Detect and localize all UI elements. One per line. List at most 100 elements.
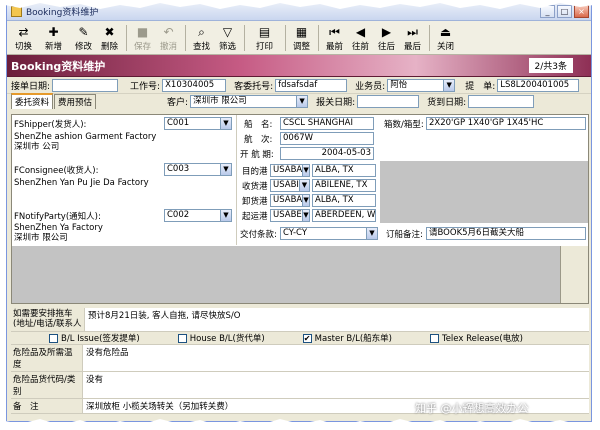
bl-option-label: Master B/L(船东单) (314, 334, 392, 344)
chevron-down-icon[interactable]: ▼ (301, 210, 309, 221)
toolbar-label: 新增 (44, 42, 62, 52)
torn-edge-bottom (0, 419, 600, 430)
port-code-select[interactable]: USABA ▼ (270, 194, 310, 207)
toolbar-separator (318, 25, 319, 51)
port-code-select[interactable]: USABI ▼ (270, 179, 310, 192)
chevron-down-icon[interactable]: ▼ (443, 79, 455, 91)
booking-date-input[interactable] (52, 78, 119, 92)
ship-input[interactable]: CSCL SHANGHAI (280, 117, 374, 130)
sail-date-label: 开 航 期: (240, 150, 274, 160)
toolbar-button-print[interactable]: ▤ 打印 (248, 24, 281, 53)
danger-input[interactable]: 没有危险品 (83, 345, 589, 371)
trailer-label: 如需要安排拖车(地址/电话/联系人 (11, 308, 85, 331)
toolbar-button-new[interactable]: ✚ 新增 (37, 24, 70, 53)
shipper-label: FShipper(发货人): (14, 120, 87, 130)
shipper-text[interactable]: ShenZhe ashion Garment Factory 深圳市 公司 (14, 132, 232, 154)
toolbar-button-save[interactable]: ■ 保存 (130, 24, 155, 53)
tab-fee-estimate[interactable]: 费用预估 (54, 94, 97, 109)
bl-option-checkbox[interactable]: ✔ Master B/L(船东单) (302, 332, 392, 344)
bl-option-label: Telex Release(电放) (441, 334, 523, 344)
toolbar-label: 删除 (100, 42, 118, 52)
danger-class-input[interactable]: 没有 (83, 372, 589, 398)
unchecked-icon[interactable] (429, 333, 439, 343)
scrollbar[interactable] (560, 246, 588, 303)
chevron-down-icon[interactable]: ▼ (366, 228, 377, 239)
customs-date-input[interactable] (357, 95, 420, 108)
column-divider (236, 115, 237, 245)
bl-option-label: House B/L(货代单) (189, 334, 265, 344)
toolbar-button-undo[interactable]: ↶ 撤消 (156, 24, 181, 53)
order-note-input[interactable]: 请BOOK5月6日截关大船 (426, 227, 586, 240)
sales-select[interactable]: 阿怡 ▼ (387, 78, 456, 92)
port-label: 目的港 (242, 167, 268, 177)
chevron-down-icon[interactable]: ▼ (298, 180, 309, 191)
toolbar-button-delete[interactable]: ✖ 删除 (97, 24, 122, 53)
bl-option-checkbox[interactable]: B/L Issue(签发提单) (49, 332, 140, 344)
toolbar-button-last[interactable]: ⏭ 最后 (400, 24, 425, 53)
chevron-down-icon[interactable]: ▼ (296, 96, 308, 107)
port-name-input[interactable]: ALBA, TX (312, 194, 376, 207)
toolbar-button-find[interactable]: ⌕ 查找 (189, 24, 214, 53)
port-code-select[interactable]: USABA ▼ (270, 164, 310, 177)
toolbar-separator (126, 25, 127, 51)
checked-icon[interactable]: ✔ (302, 333, 312, 343)
danger-class-row: 危险品货代码/类别 没有 (11, 372, 589, 399)
chevron-down-icon[interactable]: ▼ (220, 164, 231, 175)
arrive-date-input[interactable] (468, 95, 535, 108)
bl-no-input[interactable]: LS8L200401005 (497, 78, 580, 92)
notify-text[interactable]: ShenZhen Ya Factory 深圳市 限公司 (14, 223, 232, 245)
print-icon: ▤ (258, 24, 271, 39)
toolbar-button-switch[interactable]: ⇄ 切换 (11, 24, 36, 53)
chevron-down-icon[interactable]: ▼ (220, 118, 231, 129)
consignee-select[interactable]: C003 ▼ (164, 163, 232, 176)
shipper-select[interactable]: C001 ▼ (164, 117, 232, 130)
notify-select[interactable]: C002 ▼ (164, 209, 232, 222)
detail-grey-panel (12, 246, 588, 303)
voyage-input[interactable]: 0067W (280, 132, 374, 145)
trailer-input[interactable]: 预计8月21日装, 客人自拖, 请尽快放S/O (85, 308, 589, 331)
sail-date-input[interactable]: 2004-05-03 (280, 147, 374, 160)
port-name-input[interactable]: ABILENE, TX (312, 179, 376, 192)
tab-consign-info[interactable]: 委托资料 (11, 93, 54, 109)
form-title: Booking资料维护 (11, 59, 106, 73)
consignee-label: FConsignee(收货人): (14, 166, 99, 176)
consign-no-input[interactable]: fdsafsdaf (275, 78, 348, 92)
bl-options: B/L Issue(签发提单) House B/L(货代单) ✔ Master B/L… (11, 332, 589, 345)
app-window: Booking资料维护 _ □ × ⇄ 切换 ✚ 新增 ✎ 修改 ✖ 删除 ■ 保存 ↶ 撤消 ⌕ 查找 ▽… (6, 2, 592, 422)
consignee-text[interactable]: ShenZhen Yan Pu Jie Da Factory (14, 178, 149, 188)
danger-row: 危险品及所需温度 没有危险品 (11, 345, 589, 372)
terms-select[interactable]: CY-CY ▼ (280, 227, 378, 240)
bl-option-checkbox[interactable]: Telex Release(电放) (429, 332, 523, 344)
terms-label: 交付条款: (240, 230, 277, 240)
customer-select[interactable]: 深圳市 限公司 ▼ (190, 95, 309, 108)
port-code-select[interactable]: USABE ▼ (270, 209, 310, 222)
box-label: 箱数/箱型: (384, 120, 424, 130)
bl-option-checkbox[interactable]: House B/L(货代单) (177, 332, 265, 344)
toolbar-button-first[interactable]: ⏮ 最前 (322, 24, 347, 53)
toolbar-button-close[interactable]: ⏏ 关闭 (433, 24, 458, 53)
toolbar-button-edit[interactable]: ✎ 修改 (71, 24, 96, 53)
first-icon: ⏮ (329, 24, 340, 39)
notify-label: FNotifyParty(通知人): (14, 212, 101, 222)
port-name-input[interactable]: ALBA, TX (312, 164, 376, 177)
arrive-date-label: 货到日期: (427, 98, 467, 108)
toolbar-label: 往前 (351, 42, 369, 52)
port-label: 卸货港 (242, 197, 268, 207)
toolbar-label: 撤消 (159, 42, 177, 52)
toolbar-button-prev[interactable]: ◀ 往前 (348, 24, 373, 53)
order-note-label: 订船备注: (386, 230, 423, 240)
toolbar-button-adjust[interactable]: ▦ 调整 (289, 24, 314, 53)
chevron-down-icon[interactable]: ▼ (220, 210, 231, 221)
unchecked-icon[interactable] (49, 333, 58, 343)
box-input[interactable]: 2X20'GP 1X40'GP 1X45'HC (426, 117, 586, 130)
job-no-input[interactable]: X10304005 (162, 78, 227, 92)
toolbar-label: 最后 (403, 42, 421, 52)
toolbar-button-filter[interactable]: ▽ 筛选 (215, 24, 240, 53)
toolbar-label: 往后 (377, 42, 395, 52)
toolbar-label: 最前 (325, 42, 343, 52)
port-name-input[interactable]: ABERDEEN, WA (312, 209, 376, 222)
toolbar-button-next[interactable]: ▶ 往后 (374, 24, 399, 53)
unchecked-icon[interactable] (177, 333, 187, 343)
chevron-down-icon[interactable]: ▼ (302, 165, 309, 176)
chevron-down-icon[interactable]: ▼ (302, 195, 309, 206)
